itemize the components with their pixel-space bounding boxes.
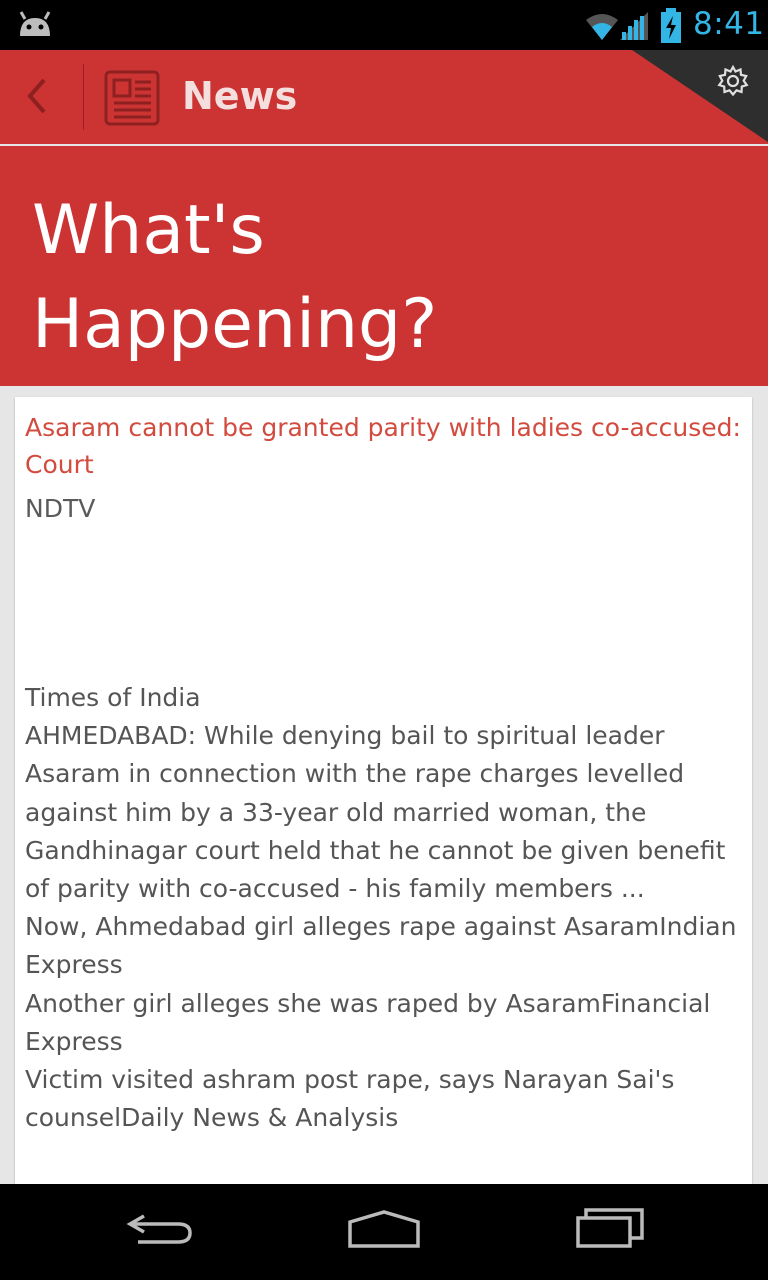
- action-bar: News: [0, 50, 768, 144]
- action-bar-divider: [83, 64, 84, 130]
- settings-button[interactable]: [716, 64, 750, 98]
- signal-icon: [620, 10, 650, 46]
- back-nav-icon: [126, 1214, 192, 1244]
- back-button[interactable]: [18, 72, 64, 122]
- status-time: 8:41: [693, 6, 765, 42]
- android-debug-icon: [16, 10, 54, 42]
- settings-gear-icon: [717, 64, 749, 97]
- newspaper-icon: [104, 70, 160, 130]
- body-line: Times of India: [25, 683, 201, 712]
- article-headline[interactable]: Asaram cannot be granted parity with lad…: [25, 409, 747, 483]
- related-link[interactable]: Victim visited ashram post rape, says Na…: [25, 1061, 747, 1137]
- nav-recents-button[interactable]: [574, 1206, 646, 1254]
- home-nav-icon: [348, 1210, 420, 1248]
- nav-home-button[interactable]: [346, 1206, 422, 1254]
- news-card[interactable]: Asaram cannot be granted parity with lad…: [15, 397, 752, 1197]
- battery-charging-icon: [660, 8, 682, 48]
- related-link[interactable]: Another girl alleges she was raped by As…: [25, 985, 747, 1061]
- body-line: AHMEDABAD: While denying bail to spiritu…: [25, 721, 726, 904]
- wifi-icon: [584, 10, 620, 46]
- status-bar: 8:41: [0, 0, 768, 50]
- navigation-bar: [0, 1184, 768, 1280]
- recent-apps-icon: [576, 1208, 644, 1248]
- back-icon: [27, 78, 46, 114]
- article-body: Times of India AHMEDABAD: While denying …: [25, 679, 747, 1137]
- action-bar-title: News: [182, 74, 298, 118]
- article-source: NDTV: [25, 494, 96, 523]
- nav-back-button[interactable]: [124, 1206, 196, 1254]
- hero-title: What's Happening?: [32, 191, 438, 364]
- related-link[interactable]: Now, Ahmedabad girl alleges rape against…: [25, 908, 747, 984]
- hero-banner: What's Happening?: [0, 146, 768, 386]
